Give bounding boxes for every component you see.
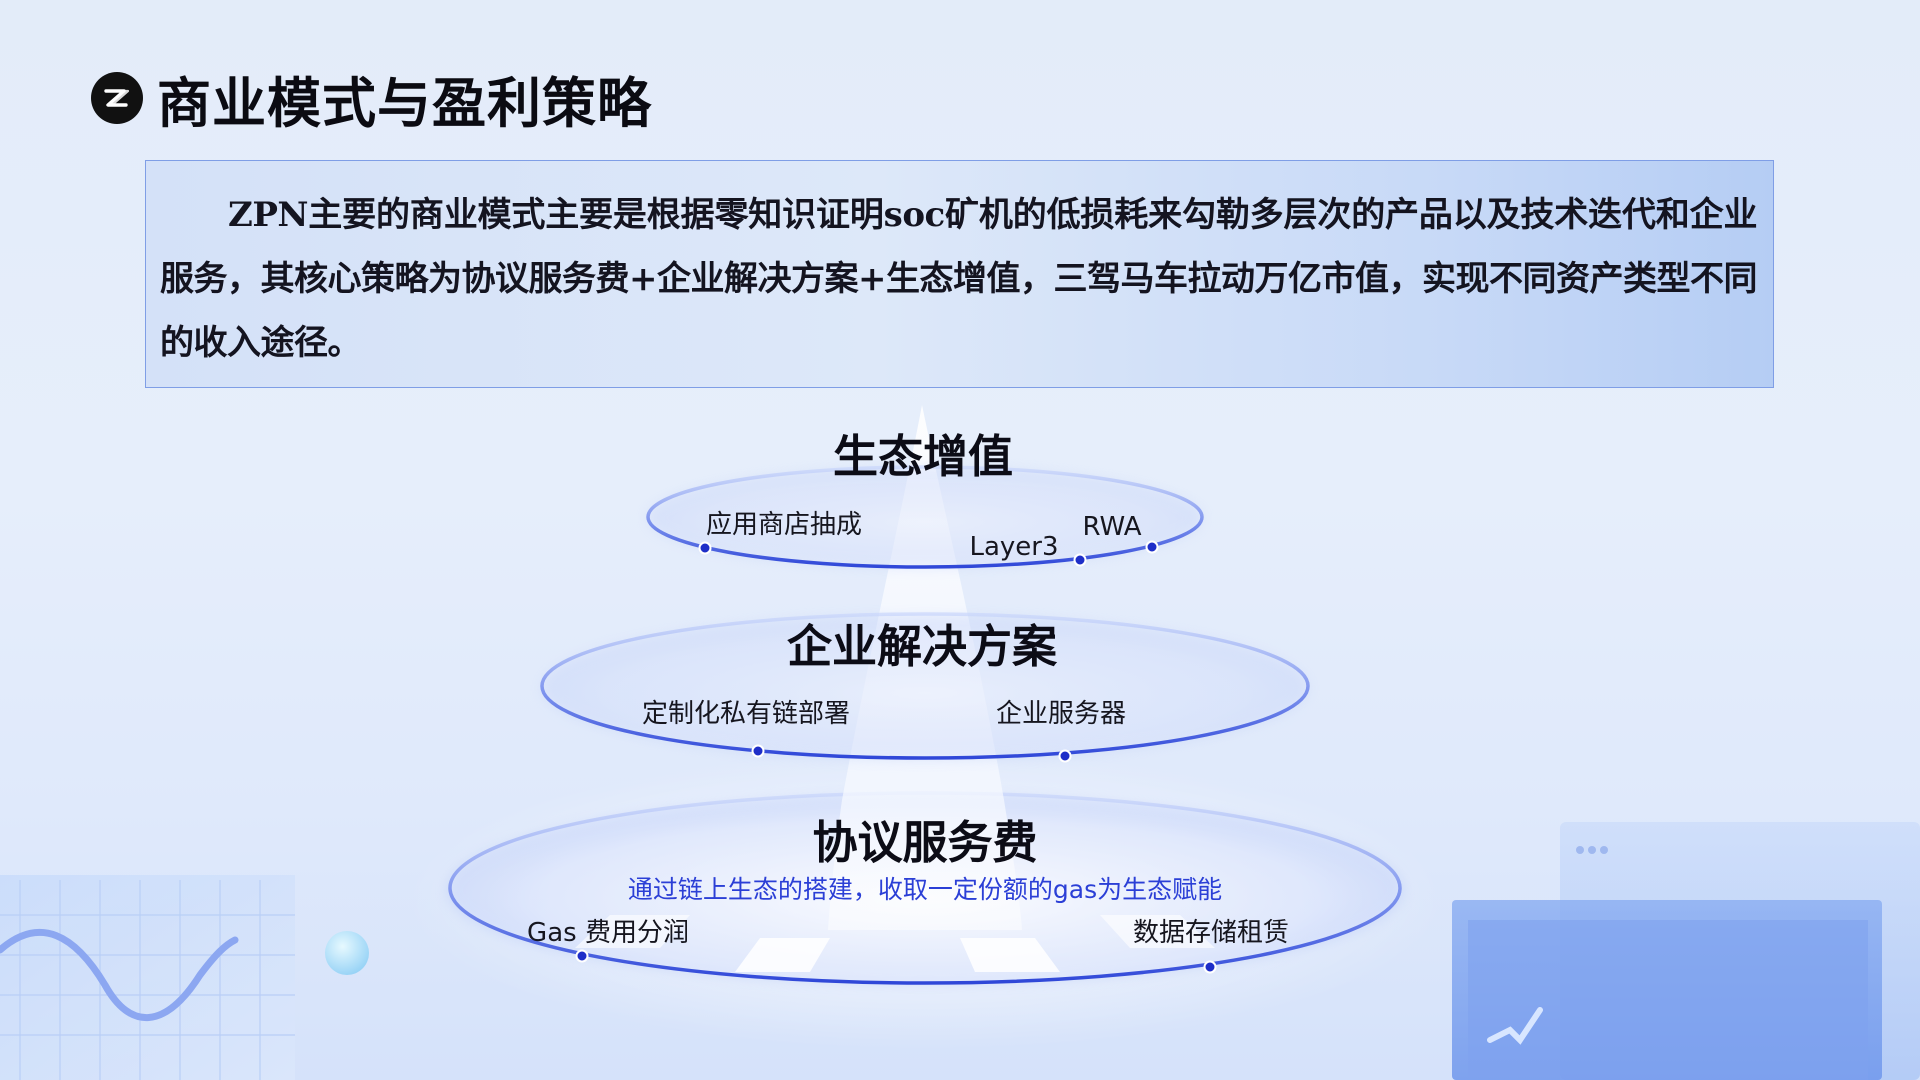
item-rwa: RWA bbox=[1082, 512, 1141, 542]
layer-title-bottom: 协议服务费 bbox=[812, 816, 1037, 869]
item-data-storage-lease: 数据存储租赁 bbox=[1133, 918, 1289, 948]
marker-app-store bbox=[698, 541, 712, 555]
item-enterprise-server: 企业服务器 bbox=[996, 699, 1126, 729]
layer-title-top: 生态增值 bbox=[833, 430, 1013, 483]
marker-enterprise-server bbox=[1058, 749, 1072, 763]
bottom-description: 通过链上生态的搭建，收取一定份额的gas为生态赋能 bbox=[628, 875, 1222, 904]
marker-rwa bbox=[1145, 540, 1159, 554]
item-private-chain-deployment: 定制化私有链部署 bbox=[642, 699, 850, 729]
pyramid-diagram: 生态增值 应用商店抽成 Layer3 RWA 企业解决方案 定制化私有链部署 企… bbox=[447, 405, 1403, 985]
item-app-store-commission: 应用商店抽成 bbox=[706, 510, 862, 540]
marker-gas bbox=[575, 949, 589, 963]
item-layer3: Layer3 bbox=[969, 532, 1058, 562]
marker-storage bbox=[1203, 960, 1217, 974]
marker-layer3 bbox=[1073, 553, 1087, 567]
item-gas-fee-share: Gas 费用分润 bbox=[527, 918, 689, 948]
marker-private-chain bbox=[751, 744, 765, 758]
layer-title-middle: 企业解决方案 bbox=[787, 620, 1058, 673]
